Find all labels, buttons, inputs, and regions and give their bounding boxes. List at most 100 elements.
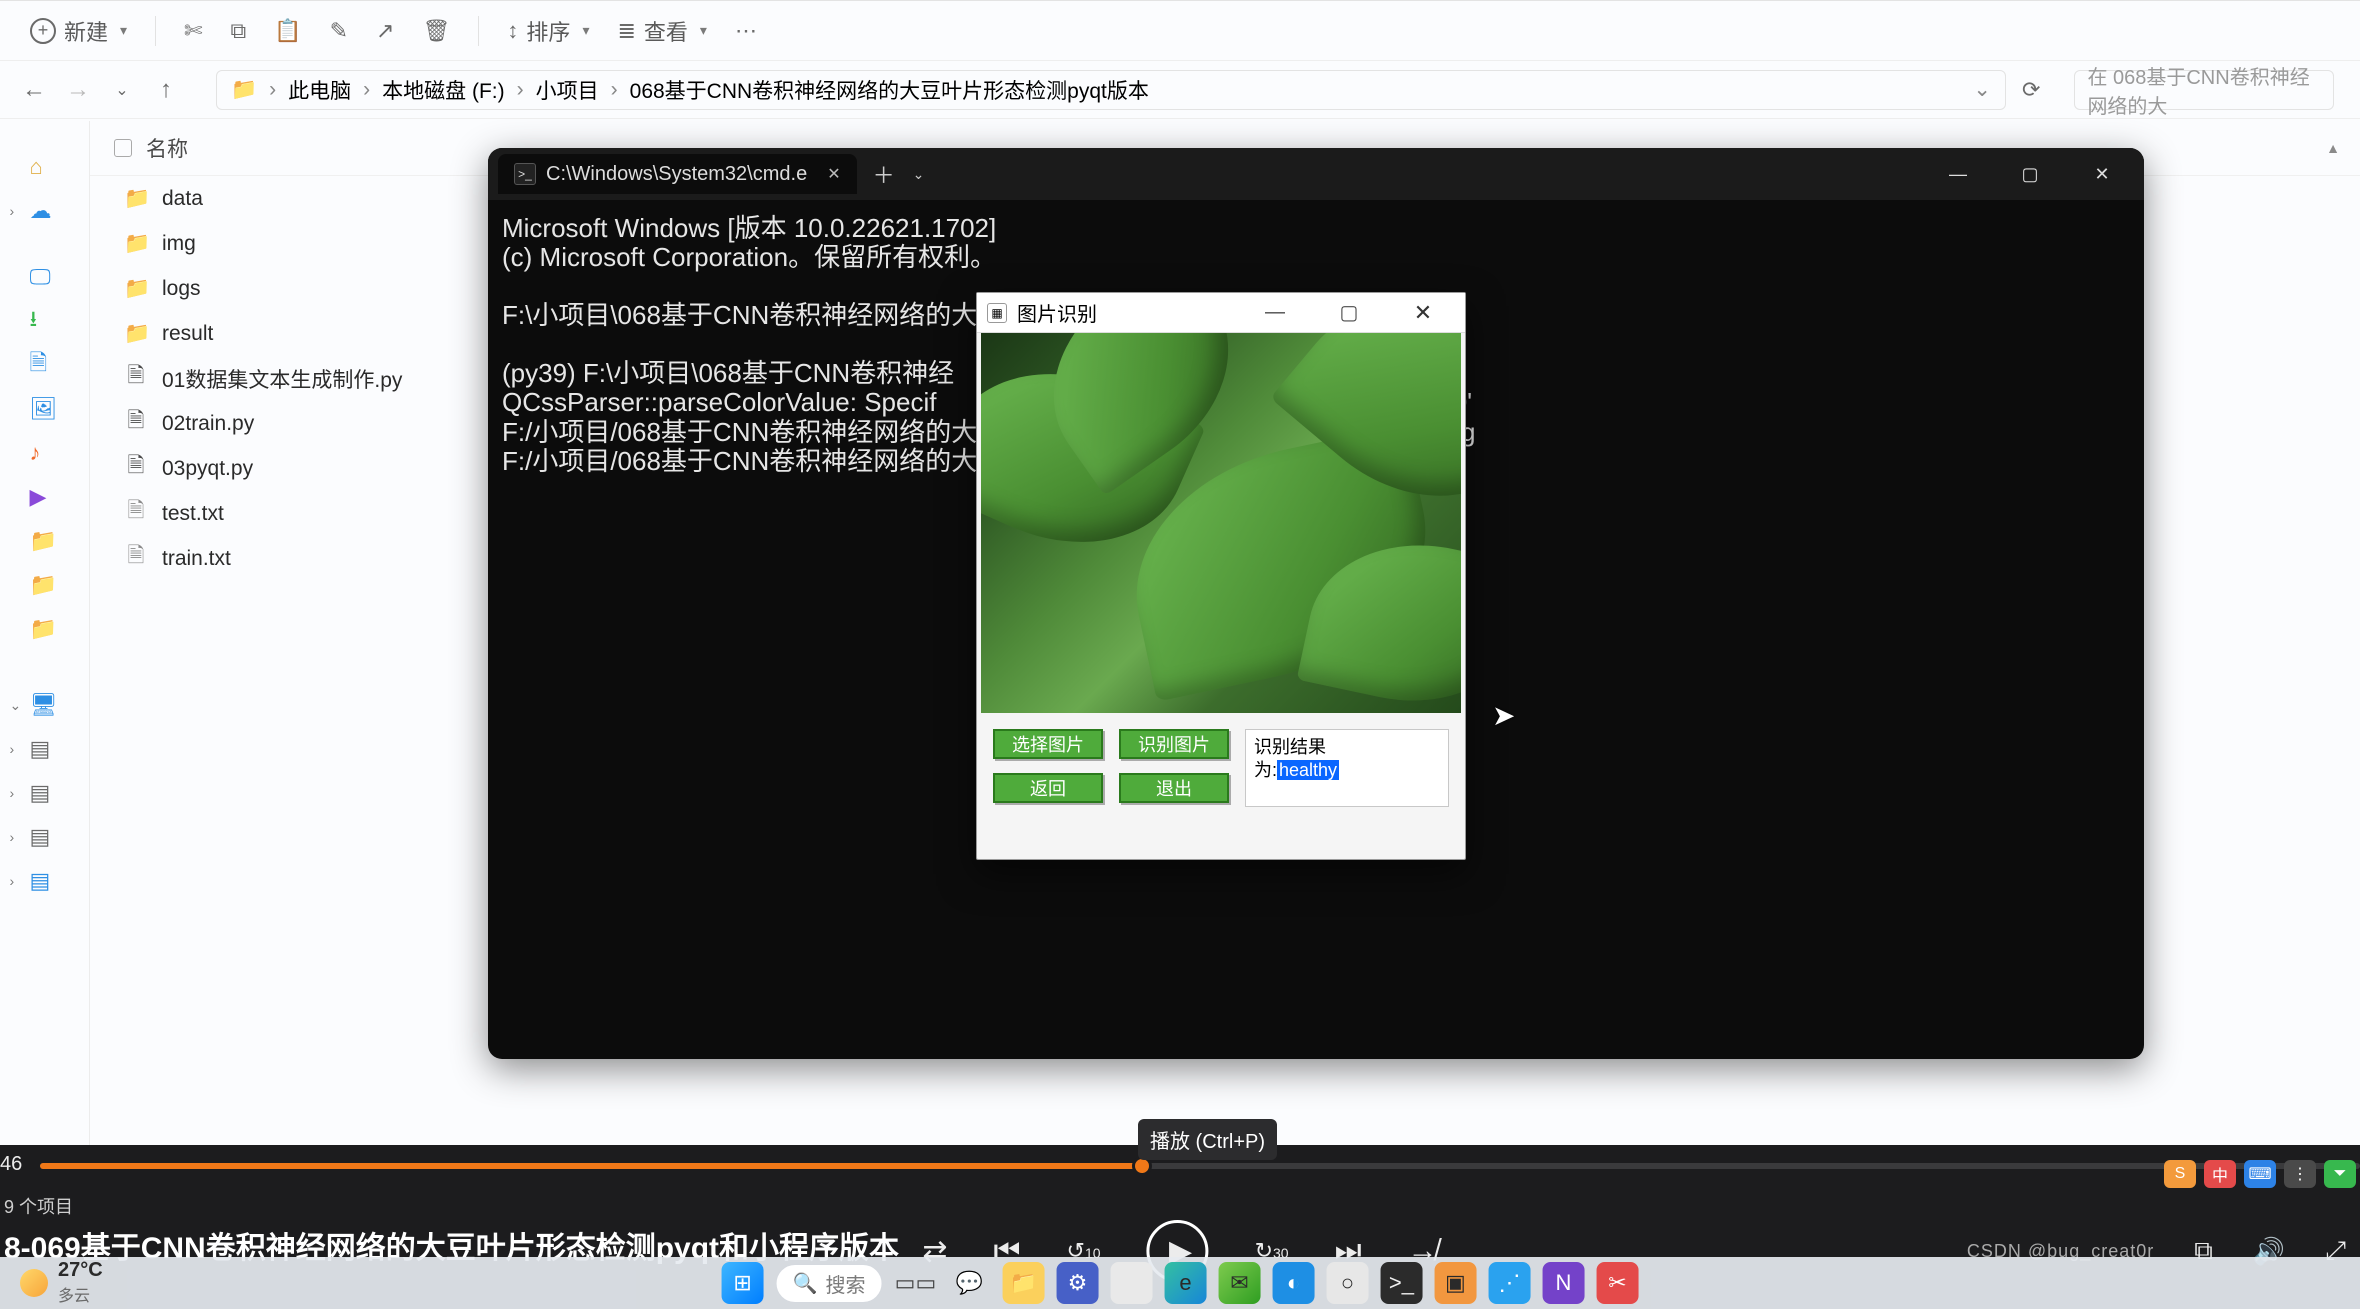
taskbar-search[interactable]: 🔍 搜索 — [776, 1264, 883, 1303]
select-image-button[interactable]: 选择图片 — [993, 729, 1103, 759]
terminal-icon[interactable]: >_ — [1380, 1262, 1422, 1304]
more-icon[interactable]: ⋯ — [735, 18, 757, 44]
view-button[interactable]: ≣ 查看 ▾ — [617, 15, 706, 47]
terminal-titlebar[interactable]: >_ C:\Windows\System32\cmd.e ✕ ＋ ⌄ — ▢ ✕ — [488, 148, 2144, 200]
apple-icon[interactable] — [1110, 1262, 1152, 1304]
chevron-right-icon[interactable]: › — [10, 785, 22, 801]
folder-icon: 📁 — [124, 232, 148, 256]
search-input[interactable]: 在 068基于CNN卷积神经网络的大 — [2074, 70, 2334, 110]
chevron-right-icon[interactable]: › — [10, 829, 22, 845]
weather-icon — [20, 1269, 48, 1297]
edge-icon[interactable]: e — [1164, 1262, 1206, 1304]
chat-icon[interactable]: 💬 — [948, 1262, 990, 1304]
new-button[interactable]: + 新建 ▾ — [30, 15, 127, 47]
wechat-icon[interactable]: ✉ — [1218, 1262, 1260, 1304]
cut-icon[interactable]: ✄ — [184, 18, 202, 44]
sort-asc-icon[interactable]: ▲ — [2326, 140, 2340, 156]
search-placeholder: 在 068基于CNN卷积神经网络的大 — [2087, 61, 2321, 119]
pyqt-dialog[interactable]: ▦ 图片识别 — ▢ ✕ 选择图片 返回 识别图片 退出 识别结果 为:heal… — [976, 292, 1466, 860]
paste-icon[interactable]: 📋 — [274, 18, 301, 44]
crumb-dir2[interactable]: 068基于CNN卷积神经网络的大豆叶片形态检测pyqt版本 — [630, 75, 1149, 105]
start-icon[interactable]: ⊞ — [722, 1262, 764, 1304]
chevron-down-icon[interactable]: ⌄ — [108, 80, 136, 100]
drive-icon[interactable]: ▤ — [30, 824, 51, 850]
badge-icon[interactable]: ⏷ — [2324, 1160, 2356, 1188]
onedrive-icon[interactable]: ☁ — [30, 198, 52, 224]
maximize-button[interactable]: ▢ — [1998, 148, 2062, 200]
chevron-right-icon[interactable]: › — [10, 741, 22, 757]
file-name: 03pyqt.py — [162, 457, 253, 481]
back-icon[interactable]: ← — [20, 76, 48, 104]
rename-icon[interactable]: ✎ — [330, 18, 348, 44]
documents-icon[interactable]: 🗎 — [30, 346, 48, 384]
progress-bar[interactable]: 46 播放 (Ctrl+P) — [0, 1145, 2360, 1169]
windows-taskbar[interactable]: 27°C 多云 ⊞ 🔍 搜索 ▭▭ 💬 📁 ⚙ e ✉ ◐ ○ >_ ▣ ⋰ N… — [0, 1257, 2360, 1309]
vscode-icon[interactable]: ⋰ — [1488, 1262, 1530, 1304]
toolbar-sep — [478, 16, 479, 46]
image-preview — [981, 333, 1461, 713]
weather-widget[interactable]: 27°C 多云 — [20, 1259, 103, 1307]
badge-icon[interactable]: 中 — [2204, 1160, 2236, 1188]
app-icon[interactable]: ▣ — [1434, 1262, 1476, 1304]
desktop-icon[interactable]: 🖵 — [30, 264, 51, 290]
drive-icon[interactable]: ▤ — [30, 780, 51, 806]
cmd-icon: >_ — [514, 163, 536, 185]
folder-icon[interactable]: 📁 — [30, 616, 57, 642]
badge-icon[interactable]: S — [2164, 1160, 2196, 1188]
thispc-icon[interactable]: 🖥 — [30, 692, 58, 718]
crumb-dir1[interactable]: 小项目 — [536, 75, 599, 105]
folder-icon[interactable]: 📁 — [30, 572, 57, 598]
tab-title: C:\Windows\System32\cmd.e — [546, 163, 807, 186]
badge-icon[interactable]: ⌨ — [2244, 1160, 2276, 1188]
snip-icon[interactable]: ✂ — [1596, 1262, 1638, 1304]
copy-icon[interactable]: ⧉ — [230, 18, 246, 44]
chevron-down-icon[interactable]: ⌄ — [913, 166, 925, 183]
forward-icon[interactable]: → — [64, 76, 92, 104]
breadcrumb[interactable]: 📁 › 此电脑 › 本地磁盘 (F:) › 小项目 › 068基于CNN卷积神经… — [216, 70, 2006, 110]
share-icon[interactable]: ↗ — [376, 18, 394, 44]
minimize-button[interactable]: — — [1243, 301, 1307, 324]
exit-button[interactable]: 退出 — [1119, 773, 1229, 803]
delete-icon[interactable]: 🗑 — [422, 18, 450, 44]
badge-icon[interactable]: ⋮ — [2284, 1160, 2316, 1188]
chevron-right-icon[interactable]: › — [10, 873, 22, 889]
left-nav-rail[interactable]: ⌂ › ☁ 🖵 ⭳ 🗎 🖼 ♪ ▶ 📁 📁 📁 ⌄ 🖥 › ▤ › ▤ › ▤ › ▤ — [0, 121, 90, 1145]
settings-icon[interactable]: ⚙ — [1056, 1262, 1098, 1304]
dialog-titlebar[interactable]: ▦ 图片识别 — ▢ ✕ — [977, 293, 1465, 333]
pictures-icon[interactable]: 🖼 — [30, 396, 58, 422]
up-icon[interactable]: ↑ — [152, 76, 180, 104]
drive-icon[interactable]: ▤ — [30, 736, 51, 762]
drive-icon[interactable]: ▤ — [30, 868, 51, 894]
chevron-down-icon[interactable]: ⌄ — [10, 697, 22, 714]
chevron-right-icon[interactable]: › — [10, 203, 22, 219]
maximize-button[interactable]: ▢ — [1317, 300, 1381, 325]
checkbox[interactable] — [114, 139, 132, 157]
app-icon[interactable]: ◐ — [1272, 1262, 1314, 1304]
recognize-button[interactable]: 识别图片 — [1119, 729, 1229, 759]
result-prefix: 为: — [1254, 760, 1277, 780]
crumb-drive[interactable]: 本地磁盘 (F:) — [382, 75, 504, 105]
folder-icon[interactable]: 📁 — [30, 528, 57, 554]
close-button[interactable]: ✕ — [1391, 300, 1455, 326]
explorer-icon[interactable]: 📁 — [1002, 1262, 1044, 1304]
app-icon[interactable]: N — [1542, 1262, 1584, 1304]
back-button[interactable]: 返回 — [993, 773, 1103, 803]
music-icon[interactable]: ♪ — [30, 440, 41, 466]
videos-icon[interactable]: ▶ — [30, 484, 47, 510]
refresh-icon[interactable]: ⟳ — [2022, 77, 2040, 103]
minimize-button[interactable]: — — [1926, 148, 1990, 200]
home-icon[interactable]: ⌂ — [30, 154, 43, 180]
temperature: 27°C — [58, 1259, 103, 1281]
close-button[interactable]: ✕ — [2070, 148, 2134, 200]
terminal-tab[interactable]: >_ C:\Windows\System32\cmd.e ✕ — [498, 154, 857, 194]
sort-button[interactable]: ↕ 排序 ▾ — [507, 15, 589, 47]
downloads-icon[interactable]: ⭳ — [30, 302, 38, 340]
app-icon[interactable]: ○ — [1326, 1262, 1368, 1304]
crumb-home[interactable]: 此电脑 — [288, 75, 351, 105]
add-tab-icon[interactable]: ＋ — [873, 158, 895, 190]
taskview-icon[interactable]: ▭▭ — [894, 1262, 936, 1304]
close-tab-icon[interactable]: ✕ — [827, 164, 840, 184]
col-name[interactable]: 名称 — [146, 133, 188, 163]
chevron-down-icon[interactable]: ⌄ — [1973, 77, 1991, 102]
result-textbox[interactable]: 识别结果 为:healthy — [1245, 729, 1449, 807]
